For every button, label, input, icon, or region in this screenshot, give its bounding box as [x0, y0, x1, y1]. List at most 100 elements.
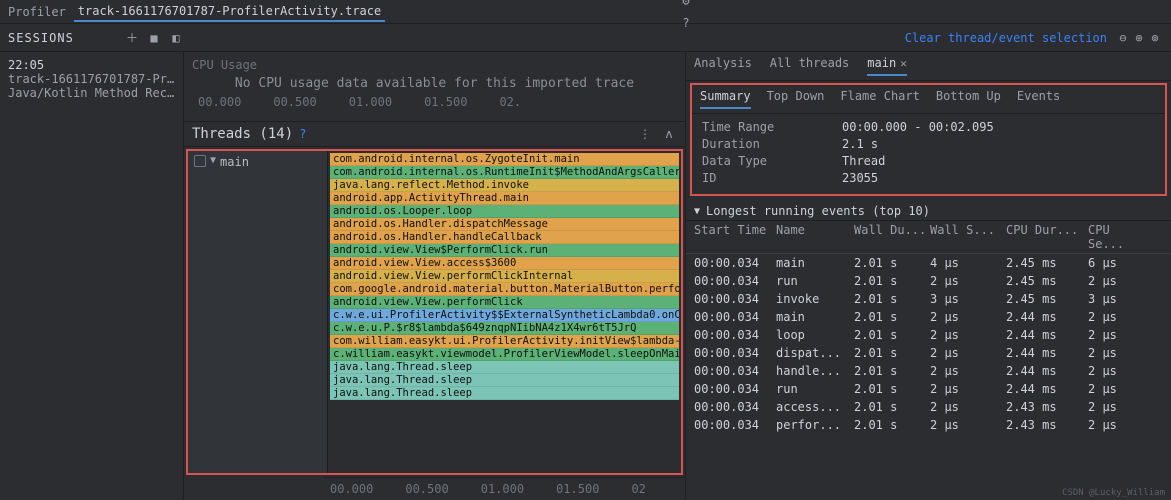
analysis-tab[interactable]: All threads — [770, 56, 849, 76]
time-ruler-top: 00.00000.50001.00001.50002. — [192, 91, 677, 115]
ruler-tick: 01.000 — [349, 95, 392, 109]
more-icon[interactable]: ⋮ — [637, 126, 653, 142]
ruler-tick: 02. — [499, 95, 521, 109]
stack-frame[interactable]: android.os.Handler.dispatchMessage — [330, 218, 679, 231]
cell: 2 μs — [930, 328, 1006, 342]
stack-frame[interactable]: android.view.View.access$3600 — [330, 257, 679, 270]
stack-frame[interactable]: android.view.View$PerformClick.run — [330, 244, 679, 257]
zoom-in-icon[interactable]: ⊕ — [1131, 30, 1147, 46]
zoom-fit-icon[interactable]: ⊚ — [1147, 30, 1163, 46]
help-icon[interactable]: ? — [678, 15, 694, 31]
cell: 2 μs — [930, 346, 1006, 360]
cell: 2.01 s — [854, 364, 930, 378]
panel-icon[interactable]: ◧ — [168, 30, 184, 46]
longest-events-header: Longest running events (top 10) — [706, 204, 930, 218]
clear-selection-link[interactable]: Clear thread/event selection — [905, 31, 1107, 45]
table-row[interactable]: 00:00.034main2.01 s4 μs2.45 ms6 μs — [686, 254, 1171, 272]
cell: 2.01 s — [854, 400, 930, 414]
sessions-sidebar: 22:05 track-1661176701787-Pr... Java/Kot… — [0, 52, 184, 500]
close-icon[interactable]: ✕ — [900, 57, 907, 70]
cell: 2.44 ms — [1006, 382, 1088, 396]
summary-highlight: Summary Top Down Flame Chart Bottom Up Event… — [690, 83, 1167, 196]
session-name[interactable]: track-1661176701787-Pr... — [8, 72, 175, 86]
stack-frame[interactable]: java.lang.Thread.sleep — [330, 387, 679, 400]
cell: handle... — [776, 364, 854, 378]
detail-tab[interactable]: Summary — [700, 89, 751, 109]
stack-frame[interactable]: java.lang.Thread.sleep — [330, 361, 679, 374]
cell: loop — [776, 328, 854, 342]
cell: 00:00.034 — [694, 346, 776, 360]
column-header[interactable]: Name — [776, 223, 854, 251]
ruler-tick: 00.500 — [405, 482, 448, 496]
trace-file-tab[interactable]: track-1661176701787-ProfilerActivity.tra… — [74, 2, 385, 22]
drag-handle-icon[interactable] — [194, 155, 206, 167]
ruler-tick: 02 — [631, 482, 645, 496]
table-row[interactable]: 00:00.034run2.01 s2 μs2.45 ms2 μs — [686, 272, 1171, 290]
stack-frame[interactable]: java.lang.reflect.Method.invoke — [330, 179, 679, 192]
cell: 00:00.034 — [694, 418, 776, 432]
stack-frame[interactable]: com.android.internal.os.ZygoteInit.main — [330, 153, 679, 166]
stack-frame[interactable]: android.app.ActivityThread.main — [330, 192, 679, 205]
column-header[interactable]: CPU Dur... — [1006, 223, 1088, 251]
cell: 2 μs — [1088, 364, 1152, 378]
table-row[interactable]: 00:00.034main2.01 s2 μs2.44 ms2 μs — [686, 308, 1171, 326]
cell: 3 μs — [930, 292, 1006, 306]
chevron-down-icon[interactable]: ▼ — [694, 206, 700, 217]
cell: 2.44 ms — [1006, 310, 1088, 324]
column-header[interactable]: Wall Du... — [854, 223, 930, 251]
cell: 2.43 ms — [1006, 400, 1088, 414]
stack-frame[interactable]: c.w.e.ui.ProfilerActivity$$ExternalSynth… — [330, 309, 679, 322]
analysis-tabs: Analysis All threads main✕ — [686, 52, 1171, 81]
stack-frame[interactable]: java.lang.Thread.sleep — [330, 374, 679, 387]
table-row[interactable]: 00:00.034dispat...2.01 s2 μs2.44 ms2 μs — [686, 344, 1171, 362]
flame-chart[interactable]: com.android.internal.os.ZygoteInit.mainc… — [328, 151, 681, 473]
stop-icon[interactable]: ■ — [146, 30, 162, 46]
stack-frame[interactable]: android.os.Handler.handleCallback — [330, 231, 679, 244]
cell: 2 μs — [930, 364, 1006, 378]
detail-tab[interactable]: Top Down — [767, 89, 825, 109]
cell: 2.45 ms — [1006, 274, 1088, 288]
chevron-down-icon[interactable]: ▼ — [210, 155, 216, 166]
zoom-out-icon[interactable]: ⊖ — [1115, 30, 1131, 46]
kv-row: Duration2.1 s — [702, 137, 1155, 151]
cell: 00:00.034 — [694, 328, 776, 342]
stack-frame[interactable]: com.william.easykt.ui.ProfilerActivity.i… — [330, 335, 679, 348]
table-row[interactable]: 00:00.034handle...2.01 s2 μs2.44 ms2 μs — [686, 362, 1171, 380]
table-row[interactable]: 00:00.034run2.01 s2 μs2.44 ms2 μs — [686, 380, 1171, 398]
stack-frame[interactable]: com.google.android.material.button.Mater… — [330, 283, 679, 296]
watermark: CSDN @Lucky_William — [1062, 488, 1165, 498]
cell: 3 μs — [1088, 292, 1152, 306]
cpu-usage-message: No CPU usage data available for this imp… — [192, 76, 677, 91]
table-row[interactable]: 00:00.034access...2.01 s2 μs2.43 ms2 μs — [686, 398, 1171, 416]
detail-tab[interactable]: Flame Chart — [840, 89, 919, 109]
gear-icon[interactable]: ⚙ — [678, 0, 694, 9]
column-header[interactable]: Wall S... — [930, 223, 1006, 251]
table-row[interactable]: 00:00.034loop2.01 s2 μs2.44 ms2 μs — [686, 326, 1171, 344]
kv-row: ID23055 — [702, 171, 1155, 185]
table-row[interactable]: 00:00.034perfor...2.01 s2 μs2.43 ms2 μs — [686, 416, 1171, 434]
analysis-tab[interactable]: main✕ — [867, 56, 907, 76]
collapse-icon[interactable]: ʌ — [661, 126, 677, 142]
stack-frame[interactable]: com.android.internal.os.RuntimeInit$Meth… — [330, 166, 679, 179]
thread-name[interactable]: main — [220, 155, 249, 169]
stack-frame[interactable]: android.os.Looper.loop — [330, 205, 679, 218]
analysis-tab[interactable]: Analysis — [694, 56, 752, 76]
profiler-title: Profiler — [8, 5, 66, 19]
stack-frame[interactable]: android.view.View.performClick — [330, 296, 679, 309]
cell: 00:00.034 — [694, 310, 776, 324]
column-header[interactable]: CPU Se... — [1088, 223, 1152, 251]
column-header[interactable]: Start Time — [694, 223, 776, 251]
plus-icon[interactable]: ＋ — [124, 30, 140, 46]
cell: 2.01 s — [854, 256, 930, 270]
stack-frame[interactable]: android.view.View.performClickInternal — [330, 270, 679, 283]
kv-key: Data Type — [702, 154, 842, 168]
stack-frame[interactable]: c.w.e.u.P.$r8$lambda$649znqpNIibNA4z1X4w… — [330, 322, 679, 335]
threads-header: Threads (14) — [192, 126, 293, 142]
table-row[interactable]: 00:00.034invoke2.01 s3 μs2.45 ms3 μs — [686, 290, 1171, 308]
detail-tab[interactable]: Bottom Up — [936, 89, 1001, 109]
cpu-usage-label: CPU Usage — [192, 58, 677, 72]
threads-help-icon[interactable]: ? — [299, 127, 306, 141]
stack-frame[interactable]: c.william.easykt.viewmodel.ProfilerViewM… — [330, 348, 679, 361]
cell: run — [776, 382, 854, 396]
detail-tab[interactable]: Events — [1017, 89, 1060, 109]
